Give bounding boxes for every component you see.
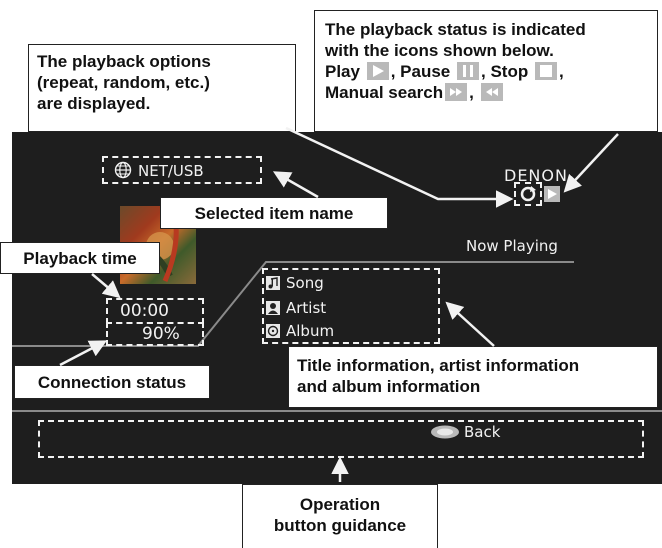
song-label: Song <box>286 274 324 292</box>
options-line2: (repeat, random, etc.) <box>37 73 210 92</box>
status-callout-line4: Manual search , <box>325 82 647 103</box>
options-line3: are displayed. <box>37 94 151 113</box>
rewind-icon <box>480 83 503 101</box>
playback-options-callout: The playback options (repeat, random, et… <box>28 44 296 132</box>
operation-guidance-callout: Operation button guidance <box>242 484 438 548</box>
music-note-icon <box>266 276 280 290</box>
song-row: Song <box>266 274 324 292</box>
back-label: Back <box>464 423 501 441</box>
operation-guidance-box <box>38 420 644 458</box>
stop-icon <box>534 62 557 80</box>
pause-icon <box>457 62 479 80</box>
album-label: Album <box>286 322 335 340</box>
status-callout-line1: The playback status is indicated <box>325 20 586 39</box>
selected-item-callout: Selected item name <box>160 197 388 229</box>
back-button-icon <box>430 425 460 439</box>
options-line1: The playback options <box>37 52 211 71</box>
connection-status-value: 90% <box>142 324 180 344</box>
back-guidance: Back <box>430 423 500 441</box>
play-icon <box>366 62 389 80</box>
playback-status-callout: The playback status is indicated with th… <box>314 10 658 132</box>
album-row: Album <box>266 322 334 340</box>
tv-screen: NET/USB DENON Now Playing 00:00 90% Song… <box>12 132 662 484</box>
playback-time-value: 00:00 <box>120 301 169 321</box>
title-info-callout: Title information, artist information an… <box>288 346 658 408</box>
playback-time-callout: Playback time <box>0 242 160 274</box>
status-callout-line2: with the icons shown below. <box>325 41 554 60</box>
artist-label: Artist <box>286 299 327 317</box>
connection-status-callout: Connection status <box>14 365 210 399</box>
artist-row: Artist <box>266 299 326 317</box>
artist-icon <box>266 301 280 315</box>
album-icon <box>266 324 280 338</box>
fast-forward-icon <box>445 83 468 101</box>
status-callout-line3: Play , Pause , Stop , <box>325 62 564 81</box>
